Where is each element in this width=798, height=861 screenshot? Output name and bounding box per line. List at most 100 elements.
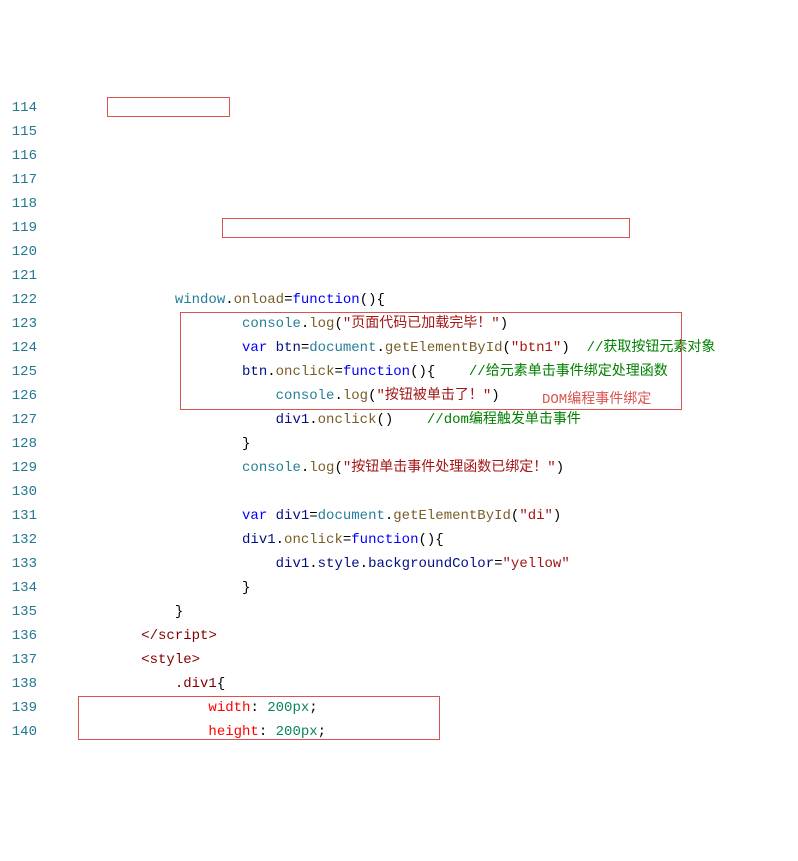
line-number: 121 <box>0 264 37 288</box>
line-number: 117 <box>0 168 37 192</box>
code-token: = <box>334 364 342 380</box>
code-token: height <box>208 724 258 740</box>
code-token: = <box>494 556 502 572</box>
code-token: ( <box>503 340 511 356</box>
code-line[interactable]: window.onload=function(){ <box>74 288 798 312</box>
line-number: 138 <box>0 672 37 696</box>
code-token: document <box>309 340 376 356</box>
code-line[interactable]: var btn=document.getElementById("btn1") … <box>74 336 798 360</box>
line-number: 140 <box>0 720 37 741</box>
line-number: 139 <box>0 696 37 720</box>
code-token: . <box>376 340 384 356</box>
line-number: 127 <box>0 408 37 432</box>
code-area[interactable]: DOM编程事件绑定 window.onload=function(){ cons… <box>56 96 798 741</box>
code-editor[interactable]: 1141151161171181191201211221231241251261… <box>0 96 798 741</box>
code-token: (){ <box>410 364 469 380</box>
code-token: div1 <box>276 412 310 428</box>
line-number: 123 <box>0 312 37 336</box>
line-number: 114 <box>0 96 37 120</box>
code-token: ) <box>556 460 564 476</box>
code-line[interactable]: width: 200px; <box>74 696 798 720</box>
code-token: console <box>242 460 301 476</box>
line-number: 128 <box>0 432 37 456</box>
code-token: ) <box>500 316 508 332</box>
code-line[interactable]: } <box>74 600 798 624</box>
code-token: //dom编程触发单击事件 <box>427 412 581 428</box>
line-number: 124 <box>0 336 37 360</box>
code-token: getElementById <box>385 340 503 356</box>
code-line[interactable]: btn.onclick=function(){ //给元素单击事件绑定处理函数 <box>74 360 798 384</box>
code-line[interactable]: console.log("按钮单击事件处理函数已绑定！") <box>74 456 798 480</box>
code-token: document <box>318 508 385 524</box>
code-token: function <box>351 532 418 548</box>
code-line[interactable]: </script> <box>74 624 798 648</box>
code-line[interactable] <box>74 480 798 504</box>
code-line[interactable]: console.log("页面代码已加载完毕！") <box>74 312 798 336</box>
line-number: 135 <box>0 600 37 624</box>
code-token: ( <box>334 316 342 332</box>
code-token: log <box>309 460 334 476</box>
code-line[interactable]: <style> <box>74 648 798 672</box>
code-line[interactable]: } <box>74 576 798 600</box>
code-token: = <box>343 532 351 548</box>
code-token: div1 <box>276 556 310 572</box>
code-token: onclick <box>318 412 377 428</box>
code-token: "btn1" <box>511 340 561 356</box>
line-number: 118 <box>0 192 37 216</box>
annotation-box-div1-onclick-call <box>222 218 630 238</box>
code-token: . <box>309 412 317 428</box>
line-number: 120 <box>0 240 37 264</box>
code-token: width <box>208 700 250 716</box>
code-token: backgroundColor <box>368 556 494 572</box>
code-token: "按钮单击事件处理函数已绑定！" <box>343 460 556 476</box>
code-token: onclick <box>276 364 335 380</box>
code-token: . <box>360 556 368 572</box>
annotation-box-window-onload <box>107 97 230 117</box>
code-token: </ <box>141 628 158 644</box>
line-number: 131 <box>0 504 37 528</box>
code-token: } <box>175 604 183 620</box>
code-token: function <box>343 364 410 380</box>
code-token: btn <box>242 364 267 380</box>
code-token: . <box>301 316 309 332</box>
code-token: ) <box>553 508 561 524</box>
code-token: console <box>242 316 301 332</box>
line-number: 119 <box>0 216 37 240</box>
code-token: window <box>175 292 225 308</box>
line-number: 116 <box>0 144 37 168</box>
code-token: } <box>242 580 250 596</box>
line-number: 125 <box>0 360 37 384</box>
code-line[interactable]: } <box>74 432 798 456</box>
code-token: "页面代码已加载完毕！" <box>343 316 500 332</box>
line-number: 133 <box>0 552 37 576</box>
code-token: < <box>141 652 149 668</box>
code-token: "yellow" <box>503 556 570 572</box>
code-line[interactable]: .div1{ <box>74 672 798 696</box>
code-token: "按钮被单击了！" <box>376 388 491 404</box>
line-number: 126 <box>0 384 37 408</box>
code-token: .div1 <box>175 676 217 692</box>
code-line[interactable]: div1.onclick() //dom编程触发单击事件 <box>74 408 798 432</box>
code-line[interactable]: div1.style.backgroundColor="yellow" <box>74 552 798 576</box>
code-token: div1 <box>276 508 310 524</box>
code-token: ) <box>561 340 586 356</box>
code-token: 200px <box>276 724 318 740</box>
code-line[interactable]: div1.onclick=function(){ <box>74 528 798 552</box>
code-token: style <box>318 556 360 572</box>
code-line[interactable]: var div1=document.getElementById("di") <box>74 504 798 528</box>
code-token: ; <box>318 724 326 740</box>
line-number: 129 <box>0 456 37 480</box>
code-line[interactable]: height: 200px; <box>74 720 798 741</box>
code-token: div1 <box>242 532 276 548</box>
code-line[interactable]: console.log("按钮被单击了！") <box>74 384 798 408</box>
code-token: . <box>334 388 342 404</box>
line-number: 115 <box>0 120 37 144</box>
line-number: 137 <box>0 648 37 672</box>
code-token: 200px <box>267 700 309 716</box>
code-token: onload <box>234 292 284 308</box>
code-token: = <box>301 340 309 356</box>
code-token: . <box>309 556 317 572</box>
code-token: : <box>259 724 276 740</box>
code-token: function <box>292 292 359 308</box>
code-token: . <box>267 364 275 380</box>
